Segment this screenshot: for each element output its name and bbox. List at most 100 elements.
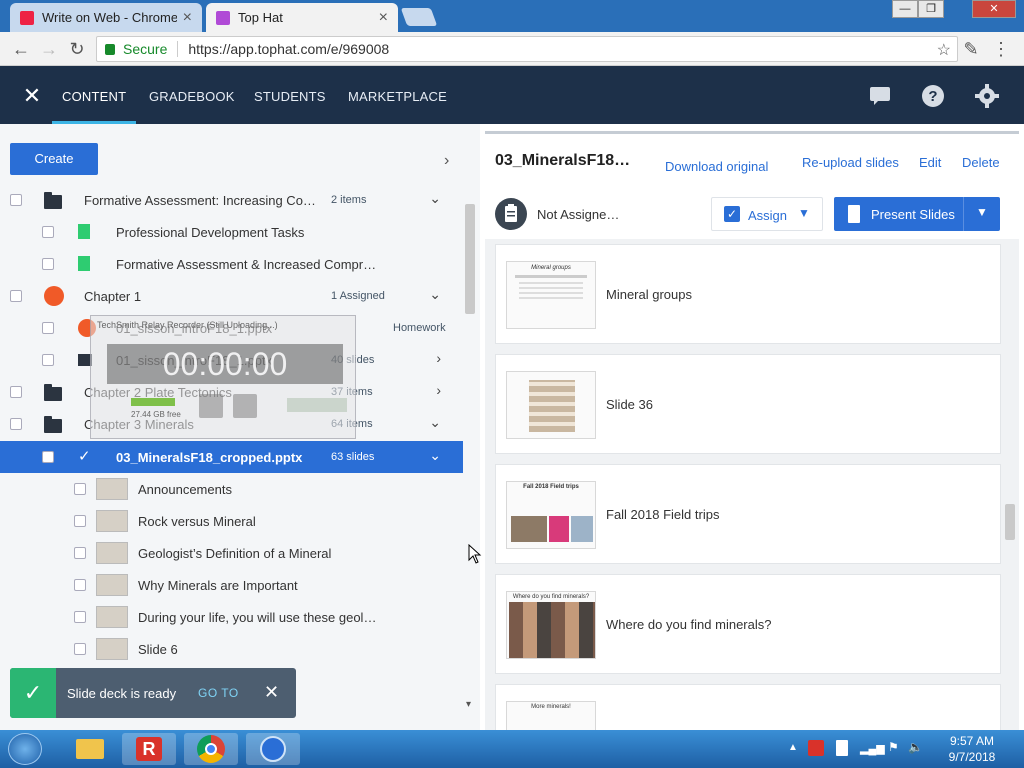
chevron-right-icon[interactable]: › bbox=[436, 350, 441, 366]
chevron-down-icon[interactable]: ⌄ bbox=[429, 286, 441, 303]
tree-row[interactable]: Professional Development Tasks bbox=[0, 216, 463, 248]
tree-row[interactable]: Why Minerals are Important bbox=[0, 569, 463, 601]
tree-row[interactable]: Chapter 1 1 Assigned ⌄ bbox=[0, 280, 463, 312]
row-checkbox[interactable] bbox=[74, 643, 86, 655]
free-space-label: 27.44 GB free bbox=[131, 410, 181, 419]
present-slides-button[interactable]: Present Slides ▼ bbox=[834, 197, 1000, 231]
slide-card[interactable]: Where do you find minerals? Where do you… bbox=[495, 574, 1001, 674]
slide-thumbnail: Fall 2018 Field trips bbox=[506, 481, 596, 549]
chrome-favicon-icon bbox=[20, 10, 34, 25]
row-checkbox[interactable] bbox=[10, 386, 22, 398]
toast-notification: ✓ Slide deck is ready GO TO ✕ bbox=[10, 668, 296, 718]
row-checkbox[interactable] bbox=[42, 354, 54, 366]
create-button[interactable]: Create bbox=[10, 143, 98, 175]
tree-row[interactable]: ✓ 03_MineralsF18_cropped.pptx 63 slides ⌄ bbox=[0, 441, 463, 473]
present-label: Present Slides bbox=[871, 207, 955, 222]
tree-row[interactable]: Announcements bbox=[0, 473, 463, 505]
tab-students[interactable]: STUDENTS bbox=[254, 66, 326, 124]
chevron-right-icon[interactable]: › bbox=[436, 382, 441, 398]
tree-row[interactable]: Geologist’s Definition of a Mineral bbox=[0, 537, 463, 569]
chevron-down-icon[interactable]: ⌄ bbox=[429, 414, 441, 431]
slide-card[interactable]: More minerals! bbox=[495, 684, 1001, 730]
forward-icon[interactable]: → bbox=[38, 38, 60, 60]
start-button-icon[interactable] bbox=[8, 733, 42, 765]
volume-icon[interactable]: 🔈 bbox=[908, 740, 923, 754]
toast-close-icon[interactable]: ✕ bbox=[264, 682, 279, 703]
row-checkbox[interactable] bbox=[74, 611, 86, 623]
network-app-icon[interactable] bbox=[246, 733, 300, 765]
reupload-slides-link[interactable]: Re-upload slides bbox=[802, 155, 899, 170]
row-checkbox[interactable] bbox=[74, 483, 86, 495]
new-tab-button[interactable] bbox=[400, 8, 438, 26]
recorder-app-icon[interactable]: R bbox=[122, 733, 176, 765]
slide-card[interactable]: Mineral groups Mineral groups bbox=[495, 244, 1001, 344]
url-bar[interactable]: Secure https://app.tophat.com/e/969008 ☆ bbox=[96, 36, 958, 62]
row-checkbox[interactable] bbox=[10, 418, 22, 430]
signal-icon[interactable]: ▂▄▆ bbox=[860, 742, 885, 755]
row-label: Announcements bbox=[138, 482, 232, 497]
tree-row[interactable]: Rock versus Mineral bbox=[0, 505, 463, 537]
row-checkbox[interactable] bbox=[42, 226, 54, 238]
reload-icon[interactable]: ↻ bbox=[66, 38, 88, 60]
pause-icon[interactable] bbox=[199, 394, 223, 418]
row-checkbox[interactable] bbox=[74, 579, 86, 591]
document-icon bbox=[78, 224, 90, 239]
mouse-cursor-icon bbox=[468, 544, 482, 564]
download-original-link[interactable]: Download original bbox=[665, 159, 768, 174]
flag-icon[interactable]: ⚑ bbox=[888, 740, 899, 754]
slide-title: Slide 36 bbox=[606, 397, 653, 412]
window-close-button[interactable]: ✕ bbox=[972, 0, 1016, 18]
row-checkbox[interactable] bbox=[74, 515, 86, 527]
tab-title: Write on Web - Chrome bbox=[42, 10, 177, 25]
gear-icon[interactable] bbox=[975, 84, 999, 108]
close-icon[interactable]: ✕ bbox=[20, 84, 44, 108]
menu-kebab-icon[interactable]: ⋮ bbox=[990, 38, 1012, 60]
tree-row[interactable]: During your life, you will use these geo… bbox=[0, 601, 463, 633]
back-icon[interactable]: ← bbox=[10, 38, 32, 60]
collapse-panel-chevron-icon[interactable]: › bbox=[444, 152, 449, 170]
chevron-down-icon[interactable]: ⌄ bbox=[429, 447, 441, 464]
scrollbar-thumb[interactable] bbox=[1005, 504, 1015, 540]
tab-marketplace[interactable]: MARKETPLACE bbox=[348, 66, 447, 124]
thumb-title: More minerals! bbox=[531, 704, 571, 710]
maximize-button[interactable]: ❐ bbox=[918, 0, 944, 18]
recorder-tray-icon[interactable] bbox=[808, 740, 824, 756]
file-explorer-icon[interactable] bbox=[64, 733, 118, 765]
tab-content[interactable]: CONTENT bbox=[52, 66, 137, 124]
tab-close-icon[interactable]: × bbox=[183, 9, 192, 27]
scrollbar-thumb[interactable] bbox=[465, 204, 475, 314]
chat-icon[interactable] bbox=[868, 84, 892, 108]
browser-tab-write-on-web[interactable]: Write on Web - Chrome × bbox=[10, 3, 202, 32]
present-options-caret-icon[interactable]: ▼ bbox=[976, 205, 988, 219]
row-checkbox[interactable] bbox=[10, 290, 22, 302]
row-checkbox[interactable] bbox=[10, 194, 22, 206]
row-checkbox[interactable] bbox=[42, 322, 54, 334]
edit-link[interactable]: Edit bbox=[919, 155, 941, 170]
tray-expand-icon[interactable]: ▲ bbox=[788, 742, 798, 753]
tree-row[interactable]: Slide 6 bbox=[0, 633, 463, 665]
edit-extension-icon[interactable]: ✎ bbox=[960, 38, 982, 60]
browser-tab-top-hat[interactable]: Top Hat × bbox=[206, 3, 398, 32]
chrome-icon[interactable] bbox=[184, 733, 238, 765]
assign-button[interactable]: ✓ Assign ▼ bbox=[711, 197, 823, 231]
toast-goto-link[interactable]: GO TO bbox=[198, 686, 239, 700]
folder-icon bbox=[44, 416, 62, 433]
row-checkbox[interactable] bbox=[42, 451, 54, 463]
slide-card[interactable]: Fall 2018 Field trips Fall 2018 Field tr… bbox=[495, 464, 1001, 564]
chevron-down-icon[interactable]: ⌄ bbox=[429, 190, 441, 207]
tab-gradebook[interactable]: GRADEBOOK bbox=[149, 66, 235, 124]
tree-row[interactable]: Formative Assessment: Increasing Co… 2 it… bbox=[0, 184, 463, 216]
bookmark-star-icon[interactable]: ☆ bbox=[937, 40, 951, 60]
row-checkbox[interactable] bbox=[42, 258, 54, 270]
tab-close-icon[interactable]: × bbox=[379, 9, 388, 27]
screen-recorder-widget[interactable]: TechSmith Relay Recorder (Still Uploadin… bbox=[90, 315, 356, 439]
battery-icon[interactable] bbox=[836, 740, 848, 756]
minimize-button[interactable]: — bbox=[892, 0, 918, 18]
tree-row[interactable]: Formative Assessment & Increased Compr… bbox=[0, 248, 463, 280]
slide-card[interactable]: Slide 36 bbox=[495, 354, 1001, 454]
help-icon[interactable]: ? bbox=[921, 84, 945, 108]
row-checkbox[interactable] bbox=[74, 547, 86, 559]
stop-icon[interactable] bbox=[233, 394, 257, 418]
scroll-down-arrow-icon[interactable]: ▾ bbox=[466, 699, 471, 710]
delete-link[interactable]: Delete bbox=[962, 155, 1000, 170]
